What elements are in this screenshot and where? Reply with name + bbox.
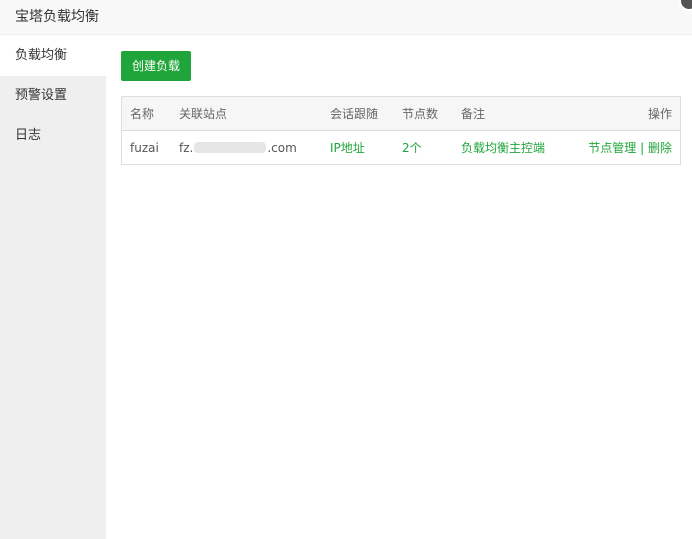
column-header-remark: 备注 [461,107,486,121]
sidebar-item-load-balance[interactable]: 负载均衡 [0,36,106,76]
column-header-name: 名称 [130,107,155,121]
nodes-link[interactable]: 2个 [402,140,422,156]
sidebar-item-logs[interactable]: 日志 [0,116,106,156]
session-link[interactable]: IP地址 [330,140,365,156]
table-header: 名称 关联站点 会话跟随 节点数 备注 操作 [122,97,680,131]
load-balance-table: 名称 关联站点 会话跟随 节点数 备注 操作 fuzai fz. .com IP地… [121,96,681,165]
remark-link[interactable]: 负载均衡主控端 [461,140,545,156]
cell-site: fz. .com [179,140,297,156]
sidebar: 负载均衡 预警设置 日志 [0,36,106,539]
delete-link[interactable]: 删除 [648,141,672,155]
sidebar-item-label: 负载均衡 [15,48,68,63]
row-actions: 节点管理 | 删除 [588,140,672,156]
window-titlebar: 宝塔负载均衡 [0,0,692,35]
column-header-site: 关联站点 [179,107,228,121]
sidebar-item-alert-settings[interactable]: 预警设置 [0,76,106,116]
cell-site-prefix: fz. [179,141,194,155]
action-separator: | [640,141,645,155]
create-load-balance-button[interactable]: 创建负载 [121,51,191,81]
cell-site-suffix: .com [267,141,297,155]
sidebar-item-label: 日志 [15,128,42,143]
column-header-actions: 操作 [647,107,672,121]
redacted-mask [194,142,267,153]
cell-name: fuzai [130,141,159,155]
column-header-session: 会话跟随 [330,107,379,121]
sidebar-item-label: 预警设置 [15,88,68,103]
node-manage-link[interactable]: 节点管理 [588,141,636,155]
column-header-nodes: 节点数 [402,107,439,121]
window-title: 宝塔负载均衡 [15,9,99,25]
